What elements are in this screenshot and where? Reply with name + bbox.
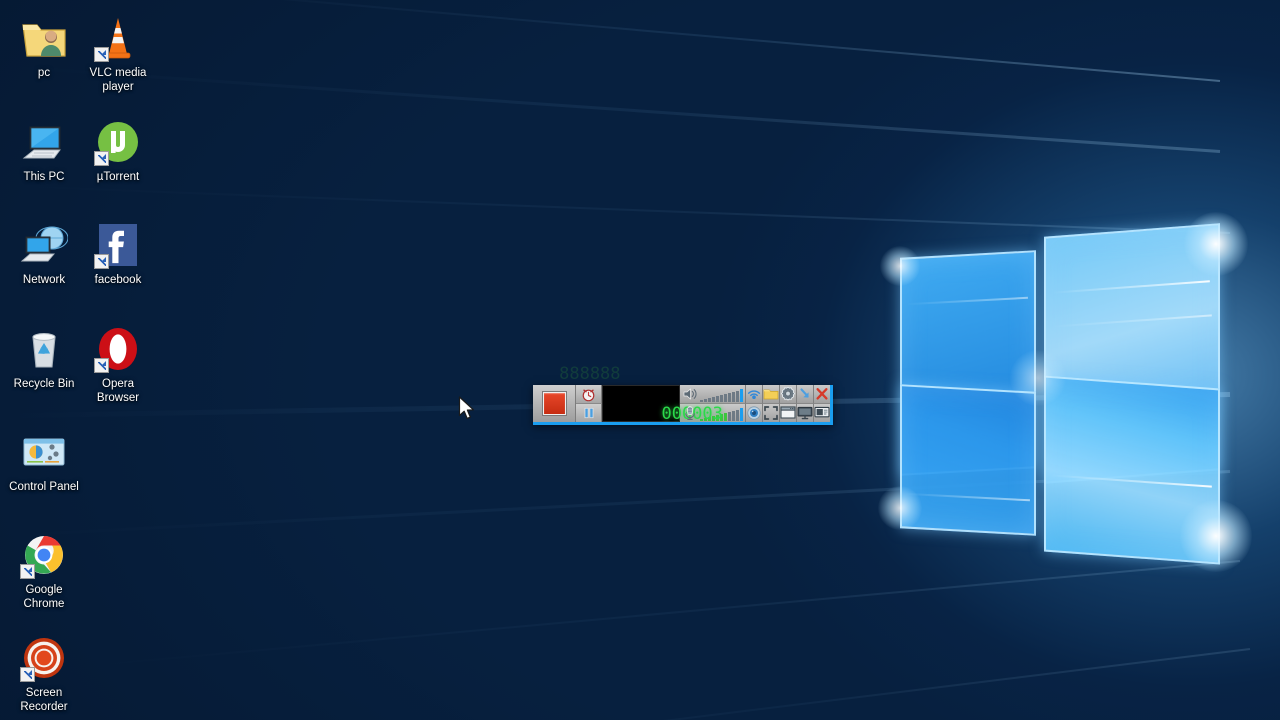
recording-timer-display: 888888 000003 — [559, 364, 723, 424]
recorder-transport-section: 888888 000003 — [533, 364, 723, 424]
desktop-icon-screen-recorder[interactable]: Screen Recorder — [6, 634, 82, 714]
desktop-icon-label: Control Panel — [9, 481, 79, 493]
window-capture-button[interactable] — [780, 403, 797, 422]
vlc-cone-icon — [94, 14, 142, 62]
meter-bar — [736, 409, 739, 421]
chrome-icon — [20, 531, 68, 579]
minimize-icon — [800, 388, 809, 398]
utorrent-icon — [94, 118, 142, 166]
desktop-icon-label: This PC — [23, 171, 65, 183]
desktop-icon-layer: pc VLC media player This PC µTorrent Net… — [0, 0, 1280, 720]
desktop-icon-recycle-bin[interactable]: Recycle Bin — [6, 325, 82, 391]
folder-icon — [763, 389, 779, 400]
shortcut-arrow-icon — [20, 667, 35, 682]
recycle-bin-icon — [20, 325, 68, 373]
microphone-icon — [682, 405, 698, 421]
desktop-icon-label: Screen Recorder — [20, 687, 68, 713]
meter-bar — [740, 388, 743, 402]
broadcast-icon — [747, 390, 761, 399]
recorder-buttons-top-row — [746, 385, 830, 404]
control-panel-icon — [20, 428, 68, 476]
window-icon — [780, 406, 796, 419]
open-folder-button[interactable] — [763, 385, 780, 404]
monitor-icon — [797, 406, 813, 420]
desktop-icon-control-panel[interactable]: Control Panel — [6, 428, 82, 494]
fullscreen-icon — [764, 405, 778, 420]
monitor-capture-button[interactable] — [797, 403, 814, 422]
desktop-icon-label: Recycle Bin — [13, 378, 75, 390]
minimize-button[interactable] — [797, 385, 814, 404]
network-globe-icon — [20, 221, 69, 269]
opera-icon — [94, 325, 142, 373]
shortcut-arrow-icon — [94, 151, 109, 166]
screen-recorder-icon — [20, 634, 68, 682]
facebook-icon — [94, 221, 142, 269]
desktop-icon-torrent[interactable]: µTorrent — [80, 118, 156, 184]
recorder-action-buttons — [746, 385, 830, 422]
desktop-icon-network[interactable]: Network — [6, 221, 82, 287]
speaker-icon — [682, 386, 698, 402]
close-button[interactable] — [814, 385, 830, 404]
desktop-icon-opera-browser[interactable]: Opera Browser — [80, 325, 156, 405]
desktop-icon-pc[interactable]: pc — [6, 14, 82, 80]
desktop-icon-label: Google Chrome — [23, 584, 65, 610]
shortcut-arrow-icon — [94, 254, 109, 269]
meter-bar — [724, 412, 727, 421]
desktop-icon-label: Opera Browser — [96, 378, 140, 404]
desktop-icon-facebook[interactable]: facebook — [80, 221, 156, 287]
broadcast-button[interactable] — [746, 385, 763, 404]
timer-digits: 888888 000003 — [559, 364, 723, 444]
shortcut-arrow-icon — [94, 47, 109, 62]
meter-bar — [732, 410, 735, 421]
meter-bar — [724, 393, 727, 402]
desktop-icon-label: facebook — [94, 274, 142, 286]
desktop-screen: pc VLC media player This PC µTorrent Net… — [0, 0, 1280, 720]
desktop-icon-vlc-media-player[interactable]: VLC media player — [80, 14, 156, 94]
timer-ghost-segments: 888888 — [559, 363, 621, 384]
fullscreen-region-button[interactable] — [763, 403, 780, 422]
gear-icon — [781, 386, 795, 401]
desktop-icon-label: VLC media player — [89, 67, 147, 93]
settings-button[interactable] — [780, 385, 797, 404]
webcam-button[interactable] — [746, 403, 763, 422]
desktop-icon-label: pc — [37, 67, 51, 79]
shortcut-arrow-icon — [20, 564, 35, 579]
webcam-icon — [747, 406, 761, 420]
desktop-icon-label: µTorrent — [96, 171, 140, 183]
desktop-icon-this-pc[interactable]: This PC — [6, 118, 82, 184]
desktop-icon-google-chrome[interactable]: Google Chrome — [6, 531, 82, 611]
folder-user-icon — [20, 14, 68, 62]
recorder-buttons-bottom-row — [746, 403, 830, 422]
this-pc-monitor-icon — [20, 118, 68, 166]
meter-bar — [736, 390, 739, 402]
screen-recorder-toolbar[interactable]: 888888 000003 — [533, 364, 833, 425]
meter-bar — [728, 411, 731, 421]
close-icon — [816, 387, 828, 400]
meter-bar — [732, 391, 735, 402]
shortcut-arrow-icon — [94, 358, 109, 373]
meter-bar — [740, 407, 743, 421]
custom-region-button[interactable] — [814, 403, 830, 422]
region-icon — [814, 406, 830, 418]
meter-bar — [728, 392, 731, 402]
desktop-icon-label: Network — [22, 274, 66, 286]
